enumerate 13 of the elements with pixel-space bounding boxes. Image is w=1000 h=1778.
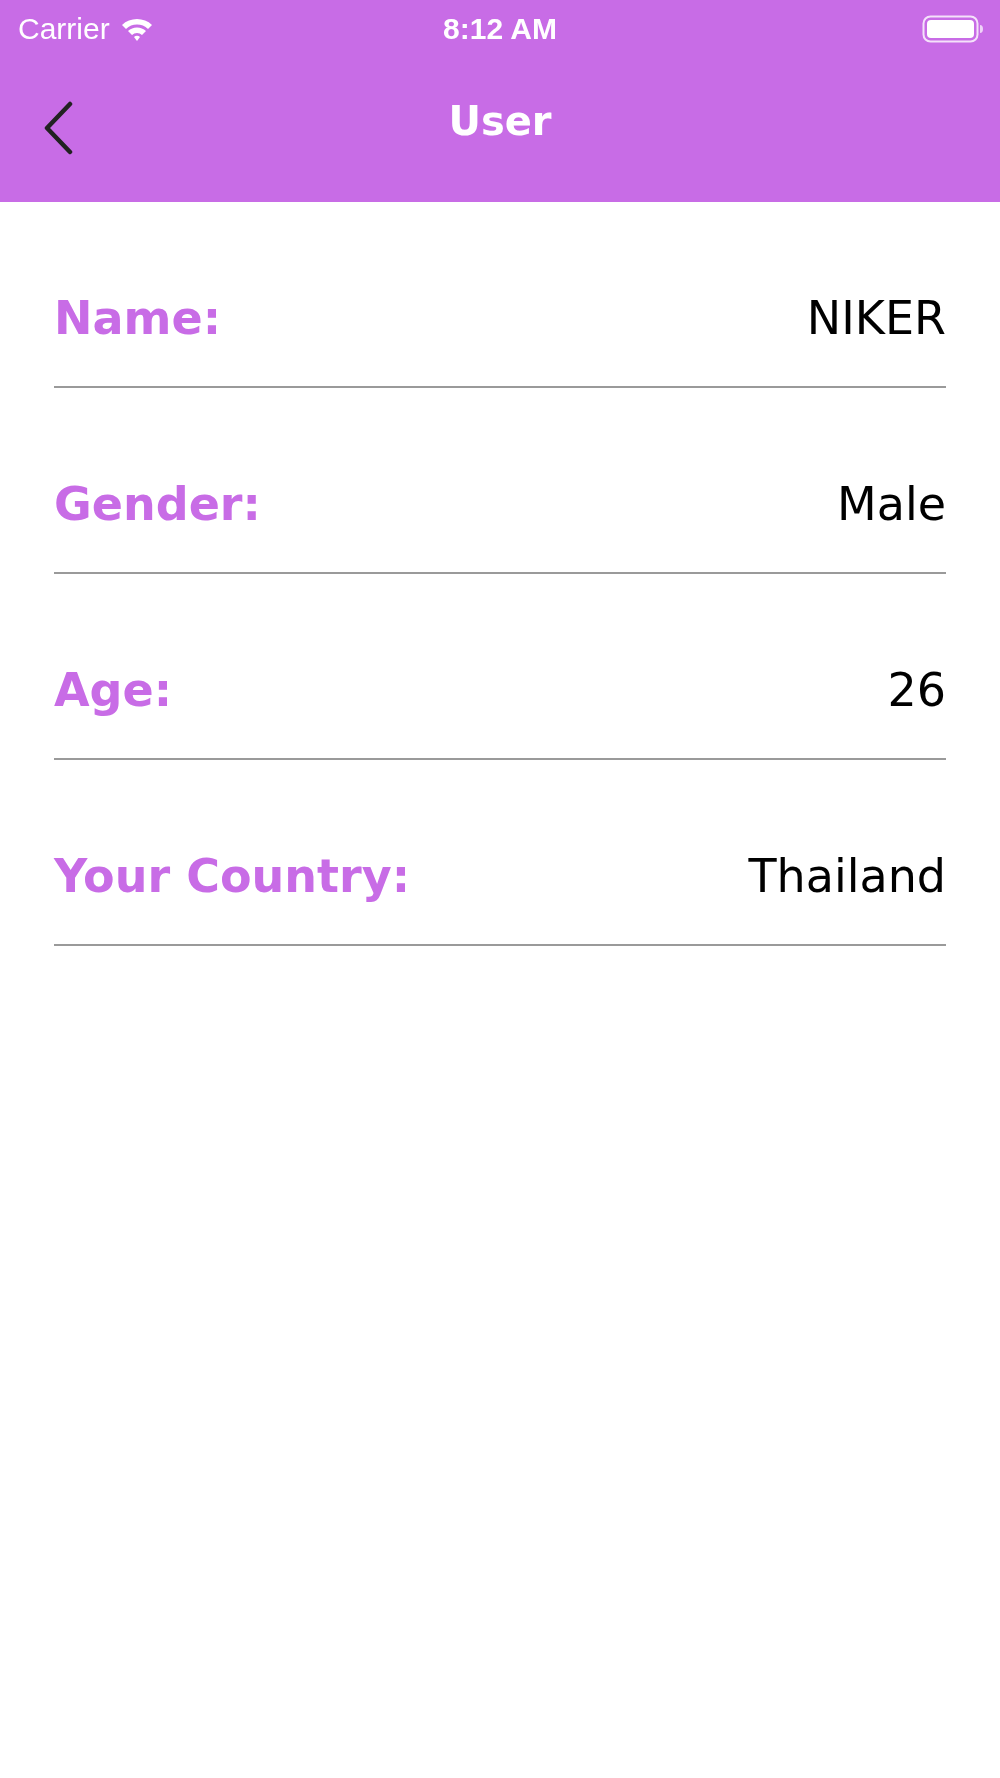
field-value: Male <box>837 476 946 532</box>
field-label: Your Country: <box>54 848 411 904</box>
field-value: 26 <box>887 662 946 718</box>
field-value: NIKER <box>806 290 946 346</box>
field-label: Name: <box>54 290 222 346</box>
field-label: Age: <box>54 662 173 718</box>
battery-icon <box>922 13 984 44</box>
back-button[interactable] <box>42 101 74 155</box>
screen-title: User <box>448 97 552 144</box>
status-time: 8:12 AM <box>443 11 557 46</box>
carrier-label: Carrier <box>18 11 110 46</box>
field-label: Gender: <box>54 476 261 532</box>
field-value: Thailand <box>748 848 946 904</box>
